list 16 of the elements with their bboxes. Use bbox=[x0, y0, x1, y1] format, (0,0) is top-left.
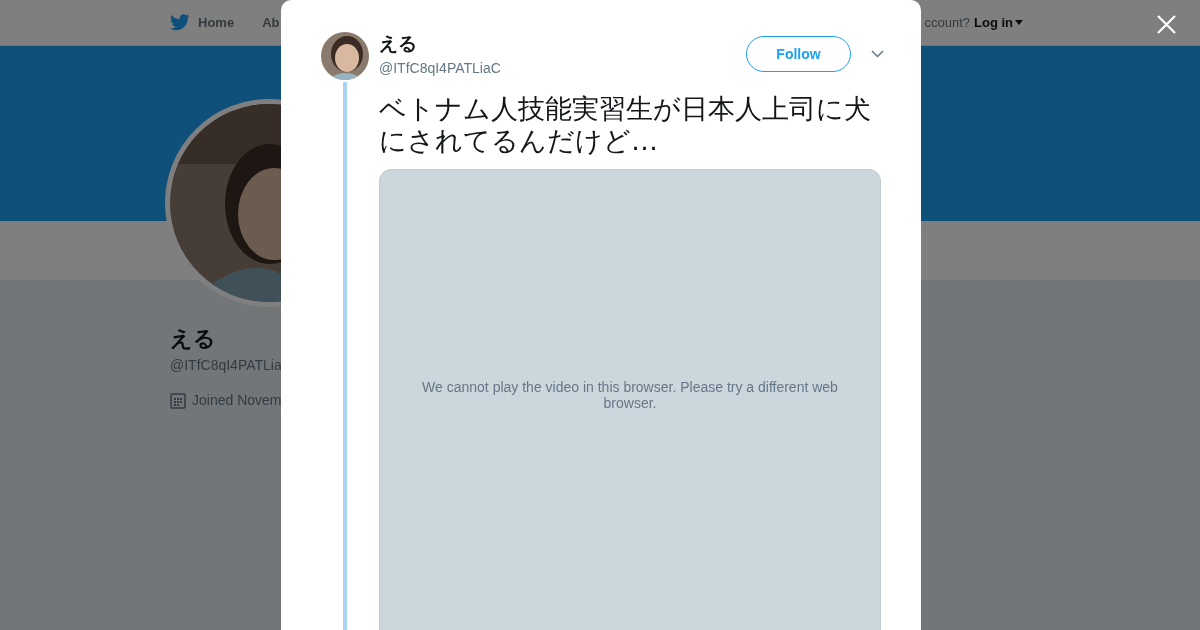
author-name[interactable]: える bbox=[379, 32, 746, 56]
close-icon[interactable] bbox=[1157, 15, 1176, 34]
tweet-text: ベトナム人技能実習生が日本人上司に犬にされてるんだけど… bbox=[379, 93, 872, 157]
chevron-down-icon[interactable] bbox=[871, 50, 884, 58]
profile-handle: @ITfC8qI4PATLia bbox=[170, 356, 283, 375]
nav-link[interactable]: Home bbox=[170, 12, 235, 33]
author-handle[interactable]: @ITfC8qI4PATLiaC bbox=[379, 58, 746, 79]
nav-link[interactable]: Ab bbox=[262, 12, 280, 33]
caret-icon bbox=[1015, 20, 1023, 25]
joined-date: Joined Novem bbox=[192, 391, 282, 410]
login-button[interactable]: Log in bbox=[974, 12, 1023, 33]
signup-prompt: ccount? bbox=[924, 13, 970, 32]
calendar-icon bbox=[170, 392, 186, 409]
video-error-message: We cannot play the video in this browser. Please try a different web browser. bbox=[421, 378, 839, 411]
profile-name: える bbox=[170, 325, 217, 353]
bird-icon bbox=[170, 14, 190, 31]
